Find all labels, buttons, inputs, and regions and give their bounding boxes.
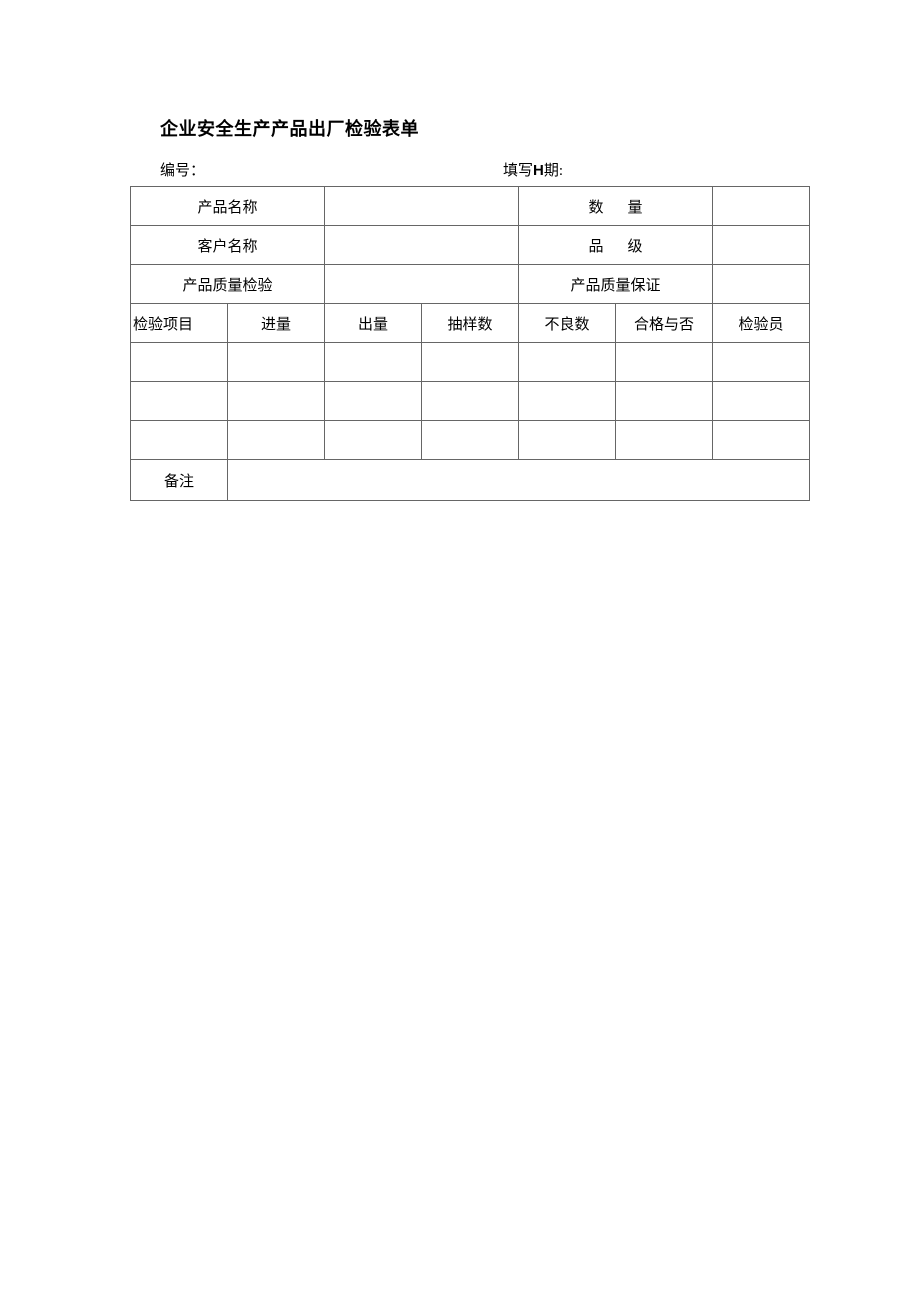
header-pass: 合格与否 [616,304,713,343]
value-quality-assurance [713,265,810,304]
table-row [131,382,810,421]
header-inspection-item: 检验项目 [131,304,228,343]
value-quality-inspection [325,265,519,304]
row-quality: 产品质量检验 产品质量保证 [131,265,810,304]
cell [422,382,519,421]
cell [422,421,519,460]
label-quantity: 数量 [519,187,713,226]
row-product-name: 产品名称 数量 [131,187,810,226]
table-row [131,421,810,460]
header-inspector: 检验员 [713,304,810,343]
value-customer-name [325,226,519,265]
cell [713,382,810,421]
cell [228,343,325,382]
header-out-qty: 出量 [325,304,422,343]
date-label-suffix: 期: [544,163,563,179]
row-customer-name: 客户名称 品级 [131,226,810,265]
value-grade [713,226,810,265]
value-remarks [228,460,810,501]
cell [519,343,616,382]
header-defect-qty: 不良数 [519,304,616,343]
cell [713,343,810,382]
label-quality-inspection: 产品质量检验 [131,265,325,304]
date-label: 填写H期: [503,159,563,180]
cell [616,343,713,382]
cell [519,421,616,460]
cell [713,421,810,460]
value-product-name [325,187,519,226]
cell [228,382,325,421]
table-row [131,343,810,382]
row-headers: 检验项目 进量 出量 抽样数 不良数 合格与否 检验员 [131,304,810,343]
cell [131,382,228,421]
serial-label: 编号： [160,159,503,180]
date-label-prefix: 填写 [503,163,533,179]
cell [616,382,713,421]
cell [325,382,422,421]
label-remarks: 备注 [131,460,228,501]
cell [325,343,422,382]
form-title: 企业安全生产产品出厂检验表单 [160,115,810,141]
date-label-h: H [533,162,544,179]
cell [131,421,228,460]
row-remarks: 备注 [131,460,810,501]
inspection-table: 产品名称 数量 客户名称 品级 产品质量检验 产品质量保证 检验项目 进量 出量… [130,186,810,501]
label-grade: 品级 [519,226,713,265]
cell [131,343,228,382]
cell [616,421,713,460]
label-quality-assurance: 产品质量保证 [519,265,713,304]
cell [325,421,422,460]
value-quantity [713,187,810,226]
cell [519,382,616,421]
meta-row: 编号： 填写H期: [160,159,810,180]
cell [422,343,519,382]
header-in-qty: 进量 [228,304,325,343]
label-customer-name: 客户名称 [131,226,325,265]
cell [228,421,325,460]
header-sample-qty: 抽样数 [422,304,519,343]
label-product-name: 产品名称 [131,187,325,226]
